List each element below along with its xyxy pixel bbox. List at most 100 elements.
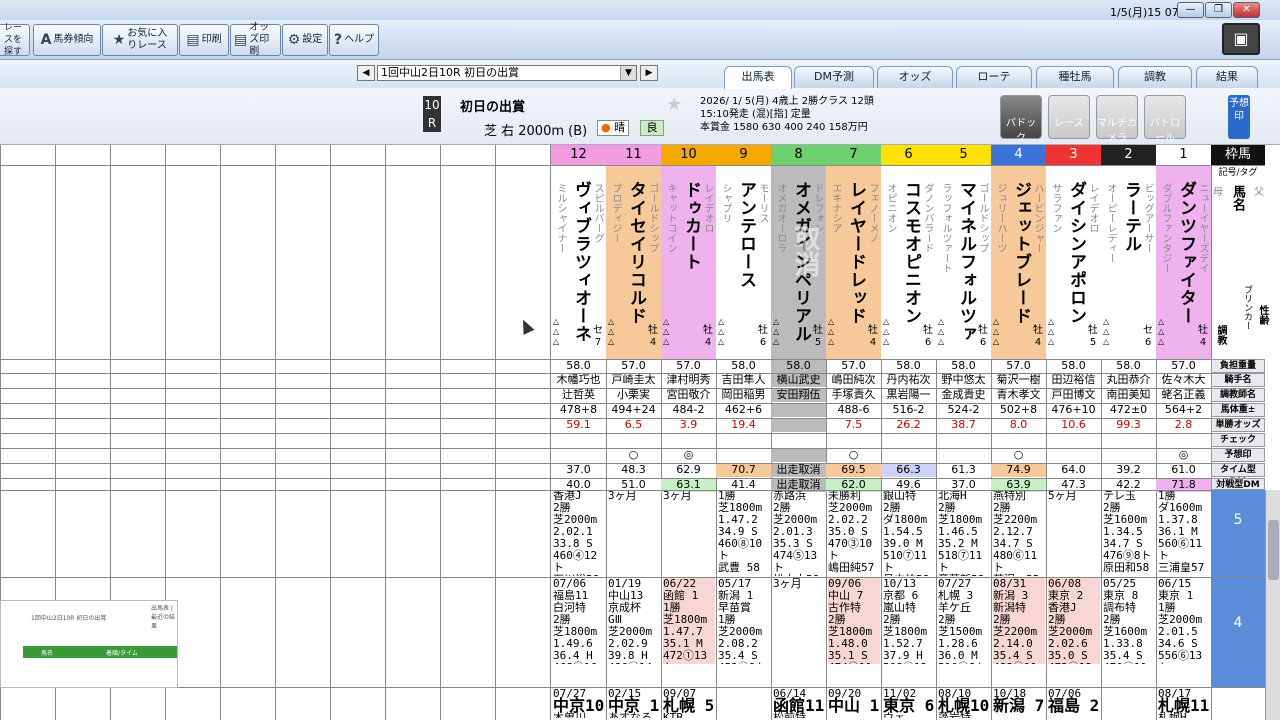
cell-mark[interactable] [936, 448, 991, 462]
past-race-4[interactable]: 10/13京都 6嵐山特2勝芝1800m1.52.737.9 H508②12ト西… [883, 578, 935, 664]
past-race-3[interactable]: 09/07 札幌 5 KTB [663, 688, 715, 718]
past-race-3[interactable] [718, 688, 770, 718]
race-video-button[interactable]: レース [1048, 95, 1090, 139]
race-search-button[interactable]: レースを探す [0, 23, 30, 57]
bet-trend-button[interactable]: A 馬券傾向 [33, 24, 101, 56]
past-race-3[interactable]: 07/27 中京10 木曽川 [553, 688, 605, 718]
prev-race-button[interactable]: ◀ [357, 65, 375, 81]
tab-2[interactable]: DM予測 [794, 66, 874, 88]
past-race-5[interactable]: 3ヶ月 [608, 490, 660, 576]
multi-camera-button[interactable]: マルチカメラ [1096, 95, 1138, 144]
cell-mark[interactable]: ◎ [661, 448, 716, 462]
past-race-4[interactable]: 07/27札幌 3羊ケ丘2勝芝1500m1.28.636.0 M510④8ト鮫島… [938, 578, 990, 664]
check-triangle-icon[interactable]: △ △ △ [1048, 317, 1054, 347]
chevron-down-icon[interactable]: ▼ [620, 66, 636, 80]
tab-7[interactable]: 結果 [1196, 66, 1258, 88]
check-triangle-icon[interactable]: △ △ △ [828, 317, 834, 347]
minimize-button[interactable]: — [1177, 2, 1204, 18]
past-race-3[interactable] [1103, 688, 1155, 718]
scrollbar-thumb[interactable] [1268, 520, 1279, 580]
tab-1[interactable]: 出馬表 [724, 66, 792, 89]
odds-print-button[interactable]: ▤ オッズ印刷 [230, 22, 281, 57]
cell-mark[interactable] [1101, 448, 1156, 462]
cell-mark[interactable] [881, 448, 936, 462]
restore-button[interactable]: ❐ [1205, 2, 1232, 18]
cell-mark[interactable]: ○ [606, 448, 661, 462]
horse-column[interactable]: アンテロース モーリス シャプリ牡 6 △ △ △ [716, 165, 771, 359]
past-race-5[interactable]: 1勝 芝1800m 1.47.2 34.9 S 460⑧10ト 武豊 58 [718, 490, 770, 576]
past-race-4[interactable]: 05/17新潟 1早苗賞1勝芝2000m2.08.235.4 S452⑤9ト吉田… [718, 578, 770, 664]
past-race-5[interactable]: テレ玉 2勝 芝1600m 1.34.5 34.7 S 476⑨8ト 原田和58 [1103, 490, 1155, 576]
past-race-4[interactable]: 06/08東京 2香港J2勝芝2000m2.02.635.0 S472⑦12ト坂… [1048, 578, 1100, 664]
cell-mark[interactable]: ◎ [1156, 448, 1211, 462]
past-race-3[interactable]: 06/14 函館11 松前特 [773, 688, 825, 718]
check-triangle-icon[interactable]: △ △ △ [1103, 317, 1109, 347]
past-race-4[interactable]: 05/25東京 8調布特2勝芝1600m1.33.835.4 S470⑨11ト谷… [1103, 578, 1155, 664]
cell-mark[interactable] [551, 448, 606, 462]
next-race-button[interactable]: ▶ [640, 65, 658, 81]
check-triangle-icon[interactable]: △ △ △ [993, 317, 999, 347]
horse-column[interactable]: コスモオピニオン ダノンバラード オピニオン牡 6 △ △ △ [881, 165, 936, 359]
patrol-button[interactable]: パトロール [1144, 95, 1186, 144]
cell-mark[interactable] [716, 448, 771, 462]
past-race-4[interactable]: 3ヶ月 [773, 578, 825, 664]
check-triangle-icon[interactable]: △ △ △ [773, 317, 779, 347]
past-race-4[interactable]: 06/22函館 11勝芝1800m1.47.735.1 M472①13ト鮫島克5… [663, 578, 715, 664]
tab-6[interactable]: 調教 [1118, 66, 1192, 88]
horse-column[interactable]: ドゥカート レイデオロ キャットコイン牡 4 △ △ △ [661, 165, 716, 359]
tab-3[interactable]: オッズ [877, 66, 953, 88]
past-race-4[interactable]: 09/06中山 7古作特2勝芝1800m1.48.035.1 S474⑤11ト嶋… [828, 578, 880, 664]
check-triangle-icon[interactable]: △ △ △ [718, 317, 724, 347]
horse-column[interactable]: タイセイリコルド ゴールドシップ プロディジー牡 4 △ △ △ [606, 165, 661, 359]
horse-column[interactable]: ラーテル ビッグアーサー オーピーレディーセ 6 △ △ △ [1101, 165, 1156, 359]
prediction-mark-button[interactable]: 予想印 [1228, 95, 1250, 139]
cell-mark[interactable] [1046, 448, 1101, 462]
horse-column[interactable]: ジェットブレード ハービンジャー ジュリーハーツ牡 4 △ △ △ [991, 165, 1046, 359]
check-triangle-icon[interactable]: △ △ △ [608, 317, 614, 347]
tab-4[interactable]: ローテ [956, 66, 1032, 88]
past-race-3[interactable]: 09/20 中山 1 [828, 688, 880, 718]
past-race-5[interactable]: 銀山特2勝ダ1800m1.54.539.0 M510⑦11ト丹内祐58 [883, 490, 935, 576]
past-race-5[interactable]: 北海H2勝芝1800m1.46.535.2 M518⑦11ト斎藤新58 [938, 490, 990, 576]
favorite-race-button[interactable]: ★ お気に入りレース [102, 24, 178, 56]
horse-column[interactable]: マイネルフォルツァ ゴールドシップ ラッフォルツァート牡 6 △ △ △ [936, 165, 991, 359]
cell-mark[interactable]: ○ [991, 448, 1046, 462]
close-button[interactable]: ✕ [1233, 2, 1260, 18]
check-triangle-icon[interactable]: △ △ △ [553, 317, 559, 347]
cell-mark[interactable] [771, 448, 826, 462]
favorite-star-icon[interactable]: ★ [666, 94, 682, 115]
past-race-4[interactable]: 06/15東京 11勝芝2000m2.01.534.6 S556⑥13ト三浦皇5… [1158, 578, 1210, 664]
cell-mark[interactable]: ○ [826, 448, 881, 462]
horse-column[interactable]: ダイシンアポロン レイデオロ サラファン牡 5 △ △ △ [1046, 165, 1101, 359]
past-race-3[interactable]: 11/02 東京 6 ウェ [883, 688, 935, 718]
check-triangle-icon[interactable]: △ △ △ [1158, 317, 1164, 347]
mini-preview-window[interactable]: 出馬表 | 最近の結果 1回中山2日10R 初日の出賞 馬名 着順/タイム [0, 600, 178, 688]
user-avatar-icon[interactable]: ▣ [1222, 23, 1260, 55]
past-race-5[interactable]: 1勝 ダ1600m 1.37.8 36.1 M 560⑥11ト 三浦皇57 [1158, 490, 1210, 576]
past-race-4[interactable]: 01/19中山13京成杯GⅢ芝2000m2.02.939.8 H486⑤14ト石… [608, 578, 660, 664]
help-button[interactable]: ? ヘルプ [329, 24, 379, 56]
past-race-3[interactable]: 10/18 新潟 7 [993, 688, 1045, 718]
past-race-5[interactable]: 燕特別2勝芝2200m2.12.734.7 S480⑥11ト菊沢一55 [993, 490, 1045, 576]
horse-column[interactable]: ダンツファイター ニューイヤーズデイ ダブルファンタジー牡 4 △ △ △ [1156, 165, 1211, 359]
check-triangle-icon[interactable]: △ △ △ [883, 317, 889, 347]
past-race-4[interactable]: 07/06福島11白河特2勝芝1800m1.49.636.4 H468②16ト木… [553, 578, 605, 664]
horse-column[interactable]: ヴィブラツィオーネ スピルバーグ ミルシャイナーセ 7 △ △ △ [551, 165, 606, 359]
past-race-3[interactable]: 02/15 中京 1 あすなろ [608, 688, 660, 718]
past-race-5[interactable]: 3ヶ月 [663, 490, 715, 576]
past-race-5[interactable]: 赤路浜2勝芝2000m2.01.335.3 S474⑤13ト松本大58 [773, 490, 825, 576]
past-race-5[interactable]: 香港J2勝芝2000m2.02.133.8 S460④12ト石川裕58 [553, 490, 605, 576]
past-race-4[interactable]: 08/31新潟 3新潟特2勝芝2200m2.14.035.4 S488⑤11ト菊… [993, 578, 1045, 664]
paddock-button[interactable]: パドック [1000, 95, 1042, 144]
horse-column[interactable]: レイヤードレッド フェノーメノ エキナシア牡 4 △ △ △ [826, 165, 881, 359]
scrollbar[interactable] [1265, 490, 1280, 720]
tab-5[interactable]: 種牡馬 [1036, 66, 1114, 88]
past-race-5[interactable]: 未勝利 芝2000m 2.02.2 35.0 S 470③10ト 嶋田純57 [828, 490, 880, 576]
past-race-3[interactable]: 07/06 福島 2 [1048, 688, 1100, 718]
past-race-3[interactable]: 08/10 札幌10 藻岩特 [938, 688, 990, 718]
past-race-5[interactable]: 5ヶ月 [1048, 490, 1100, 576]
race-select[interactable]: 1回中山2日10R 初日の出賞 ▼ [377, 65, 637, 81]
check-triangle-icon[interactable]: △ △ △ [938, 317, 944, 347]
check-triangle-icon[interactable]: △ △ △ [663, 317, 669, 347]
settings-button[interactable]: ⚙ 設定 [282, 24, 328, 56]
